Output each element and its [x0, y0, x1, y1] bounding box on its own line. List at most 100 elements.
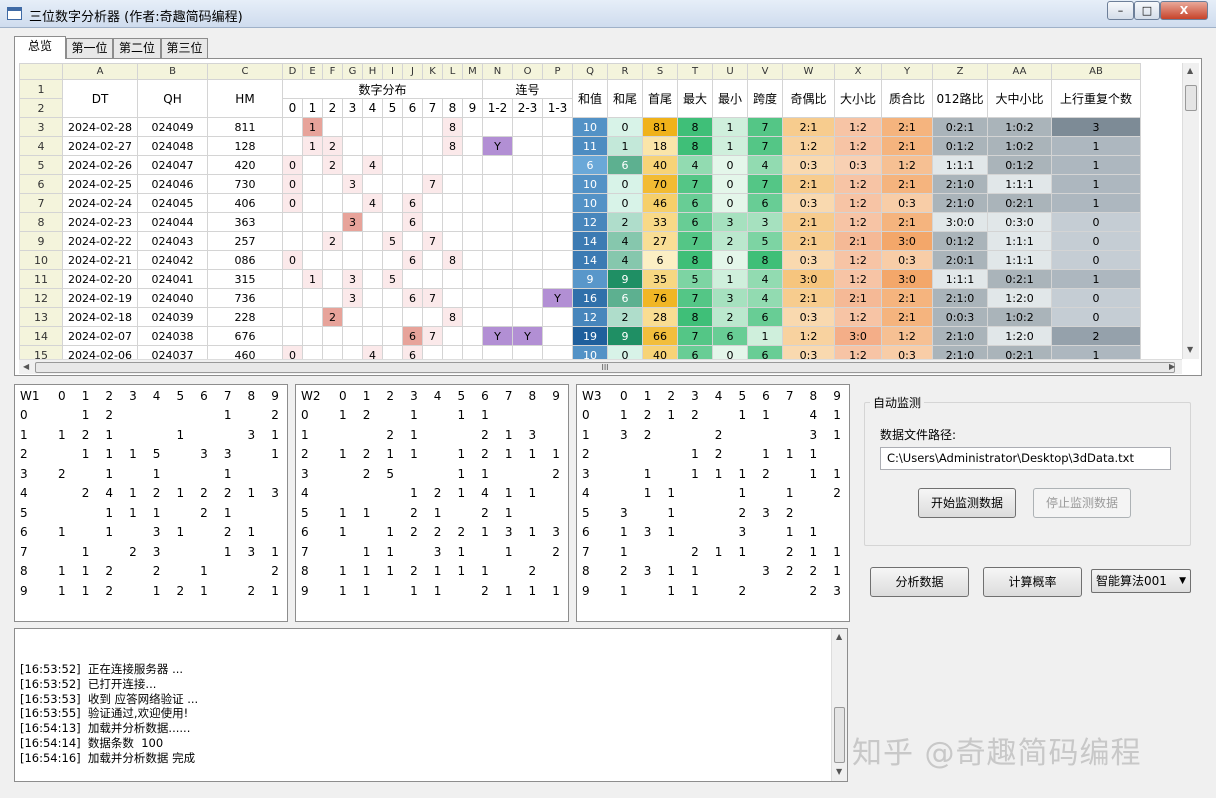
table-row[interactable]: 11 2024-02-20 024041 315 1 3 5 9 9 35 5 1 4 3:0 1:2 3:0… [19, 269, 1141, 289]
cell-digit[interactable] [442, 326, 463, 346]
cell-stat[interactable]: 6 [642, 250, 678, 270]
cell-digit[interactable] [322, 326, 343, 346]
cell-digit[interactable]: 6 [402, 345, 423, 359]
scroll-up-icon[interactable]: ▲ [836, 632, 842, 641]
cell-stat[interactable]: 40 [642, 345, 678, 359]
cell-consecutive[interactable] [542, 193, 573, 213]
cell-stat[interactable]: 1:2 [782, 326, 835, 346]
cell-consecutive[interactable]: Y [482, 136, 513, 156]
cell-stat[interactable]: 3:0 [782, 269, 835, 289]
cell-digit[interactable] [302, 326, 323, 346]
cell-digit[interactable] [462, 250, 483, 270]
cell-stat[interactable]: 46 [642, 193, 678, 213]
cell-issue[interactable]: 024046 [137, 174, 208, 194]
cell-stat[interactable]: 7 [747, 136, 783, 156]
cell-stat[interactable]: 7 [747, 117, 783, 137]
cell-stat[interactable]: 1:1:1 [987, 250, 1052, 270]
cell-digit[interactable] [382, 345, 403, 359]
cell-stat[interactable]: 3 [747, 212, 783, 232]
cell-digit[interactable] [462, 193, 483, 213]
scroll-down-icon[interactable]: ▼ [1187, 345, 1193, 354]
cell-stat[interactable]: 4 [677, 155, 713, 175]
cell-consecutive[interactable] [482, 288, 513, 308]
cell-stat[interactable]: 8 [677, 307, 713, 327]
cell-stat[interactable]: 70 [642, 174, 678, 194]
cell-stat[interactable]: 7 [677, 174, 713, 194]
cell-number[interactable]: 406 [207, 193, 283, 213]
cell-stat[interactable]: 0 [712, 345, 748, 359]
cell-stat[interactable]: 0:2:1 [987, 345, 1052, 359]
cell-stat[interactable]: 8 [677, 117, 713, 137]
cell-digit[interactable] [342, 326, 363, 346]
cell-date[interactable]: 2024-02-06 [62, 345, 138, 359]
cell-stat[interactable]: 0 [607, 193, 643, 213]
tab-first-digit[interactable]: 第一位 [66, 38, 113, 58]
cell-consecutive[interactable] [512, 231, 543, 251]
cell-number[interactable]: 086 [207, 250, 283, 270]
cell-digit[interactable] [362, 307, 383, 327]
table-row[interactable]: 15 2024-02-06 024037 460 0 4 6 10 0 40 6 0 6 0:3 1:2 0:… [19, 345, 1141, 359]
cell-stat[interactable]: 0:3 [881, 193, 933, 213]
cell-stat[interactable]: 2:1 [782, 117, 835, 137]
stop-monitor-button[interactable]: 停止监测数据 [1033, 488, 1131, 518]
cell-digit[interactable] [362, 269, 383, 289]
cell-stat[interactable]: 0:3:0 [987, 212, 1052, 232]
cell-stat[interactable]: 1:2 [834, 250, 882, 270]
cell-digit[interactable] [382, 193, 403, 213]
cell-date[interactable]: 2024-02-24 [62, 193, 138, 213]
cell-digit[interactable]: 1 [302, 136, 323, 156]
cell-stat[interactable]: 10 [572, 193, 608, 213]
cell-stat[interactable]: 0:3 [782, 193, 835, 213]
cell-digit[interactable]: 1 [302, 269, 323, 289]
cell-stat[interactable]: 2 [1051, 326, 1141, 346]
cell-stat[interactable]: 8 [747, 250, 783, 270]
cell-stat[interactable]: 5 [747, 231, 783, 251]
cell-digit[interactable] [402, 307, 423, 327]
cell-digit[interactable] [402, 231, 423, 251]
cell-date[interactable]: 2024-02-21 [62, 250, 138, 270]
cell-consecutive[interactable]: Y [512, 326, 543, 346]
cell-digit[interactable] [382, 136, 403, 156]
cell-stat[interactable]: 3 [712, 212, 748, 232]
cell-stat[interactable]: 1:1:1 [987, 231, 1052, 251]
cell-stat[interactable]: 1:2 [834, 193, 882, 213]
cell-date[interactable]: 2024-02-07 [62, 326, 138, 346]
cell-stat[interactable]: 9 [607, 269, 643, 289]
cell-digit[interactable] [442, 212, 463, 232]
cell-digit[interactable]: 4 [362, 155, 383, 175]
cell-stat[interactable]: 2:1 [782, 231, 835, 251]
cell-stat[interactable]: 12 [572, 212, 608, 232]
cell-consecutive[interactable] [512, 117, 543, 137]
cell-digit[interactable] [402, 269, 423, 289]
cell-stat[interactable]: 0 [712, 174, 748, 194]
cell-stat[interactable]: 3:0 [881, 231, 933, 251]
cell-digit[interactable] [442, 193, 463, 213]
cell-stat[interactable]: 2:0:1 [932, 250, 988, 270]
cell-digit[interactable] [302, 307, 323, 327]
cell-consecutive[interactable] [482, 250, 513, 270]
cell-digit[interactable] [402, 174, 423, 194]
cell-stat[interactable]: 6 [747, 193, 783, 213]
cell-stat[interactable]: 76 [642, 288, 678, 308]
cell-stat[interactable]: 1 [712, 269, 748, 289]
cell-digit[interactable] [462, 212, 483, 232]
cell-stat[interactable]: 3:0:0 [932, 212, 988, 232]
cell-stat[interactable]: 3:0 [881, 269, 933, 289]
cell-consecutive[interactable] [542, 117, 573, 137]
cell-digit[interactable] [282, 117, 303, 137]
cell-stat[interactable]: 11 [572, 136, 608, 156]
cell-stat[interactable]: 6 [572, 155, 608, 175]
cell-stat[interactable]: 6 [677, 212, 713, 232]
cell-stat[interactable]: 9 [607, 326, 643, 346]
cell-stat[interactable]: 6 [747, 345, 783, 359]
cell-digit[interactable]: 0 [282, 174, 303, 194]
cell-consecutive[interactable] [512, 136, 543, 156]
cell-stat[interactable]: 35 [642, 269, 678, 289]
cell-stat[interactable]: 0:3 [881, 345, 933, 359]
cell-consecutive[interactable] [482, 212, 513, 232]
cell-consecutive[interactable] [542, 307, 573, 327]
table-row[interactable]: 6 2024-02-25 024046 730 0 3 7 10 0 70 7 0 7 2:1 1:2 2:1… [19, 174, 1141, 194]
cell-digit[interactable]: 2 [322, 155, 343, 175]
cell-digit[interactable] [422, 307, 443, 327]
cell-digit[interactable] [342, 155, 363, 175]
